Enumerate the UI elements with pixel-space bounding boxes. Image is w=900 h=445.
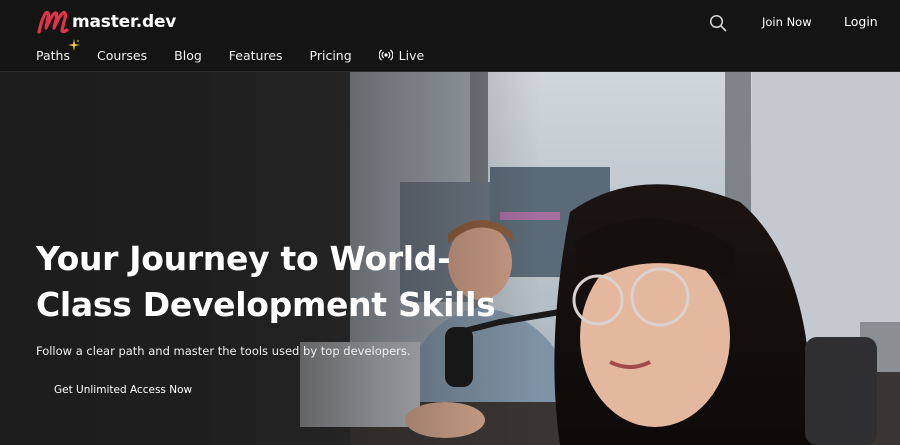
nav-item-label: Live (398, 47, 425, 63)
nav-item-features[interactable]: Features (229, 48, 283, 63)
logo[interactable]: master.dev (36, 8, 176, 36)
nav-item-pricing[interactable]: Pricing (310, 48, 352, 63)
sparkle-icon (67, 38, 80, 51)
join-now-link[interactable]: Join Now (762, 15, 812, 29)
nav-item-label: Features (228, 47, 283, 63)
nav-item-live[interactable]: Live (378, 47, 425, 63)
hero-subtitle: Follow a clear path and master the tools… (36, 344, 411, 358)
nav-item-label: Pricing (309, 47, 352, 63)
logo-text: master.dev (72, 12, 177, 32)
search-icon[interactable] (709, 14, 727, 32)
nav-item-label: Paths (36, 47, 70, 63)
nav-item-paths[interactable]: Paths (36, 38, 80, 63)
broadcast-icon (378, 49, 393, 61)
get-access-button[interactable]: Get Unlimited Access Now (36, 378, 210, 402)
nav-item-label: Courses (96, 47, 148, 63)
nav-item-courses[interactable]: Courses (97, 48, 147, 63)
site-header: master.dev Paths Courses Blog Features P… (0, 0, 900, 72)
hero-title: Your Journey to World-Class Development … (36, 239, 496, 324)
nav-item-label: Blog (174, 47, 202, 63)
master-logo-icon (37, 10, 69, 34)
hero-section: Your Journey to World-Class Development … (0, 72, 900, 445)
login-link[interactable]: Login (844, 14, 878, 29)
nav-item-blog[interactable]: Blog (174, 48, 202, 63)
main-nav: Paths Courses Blog Features Pricing Live (36, 38, 451, 64)
